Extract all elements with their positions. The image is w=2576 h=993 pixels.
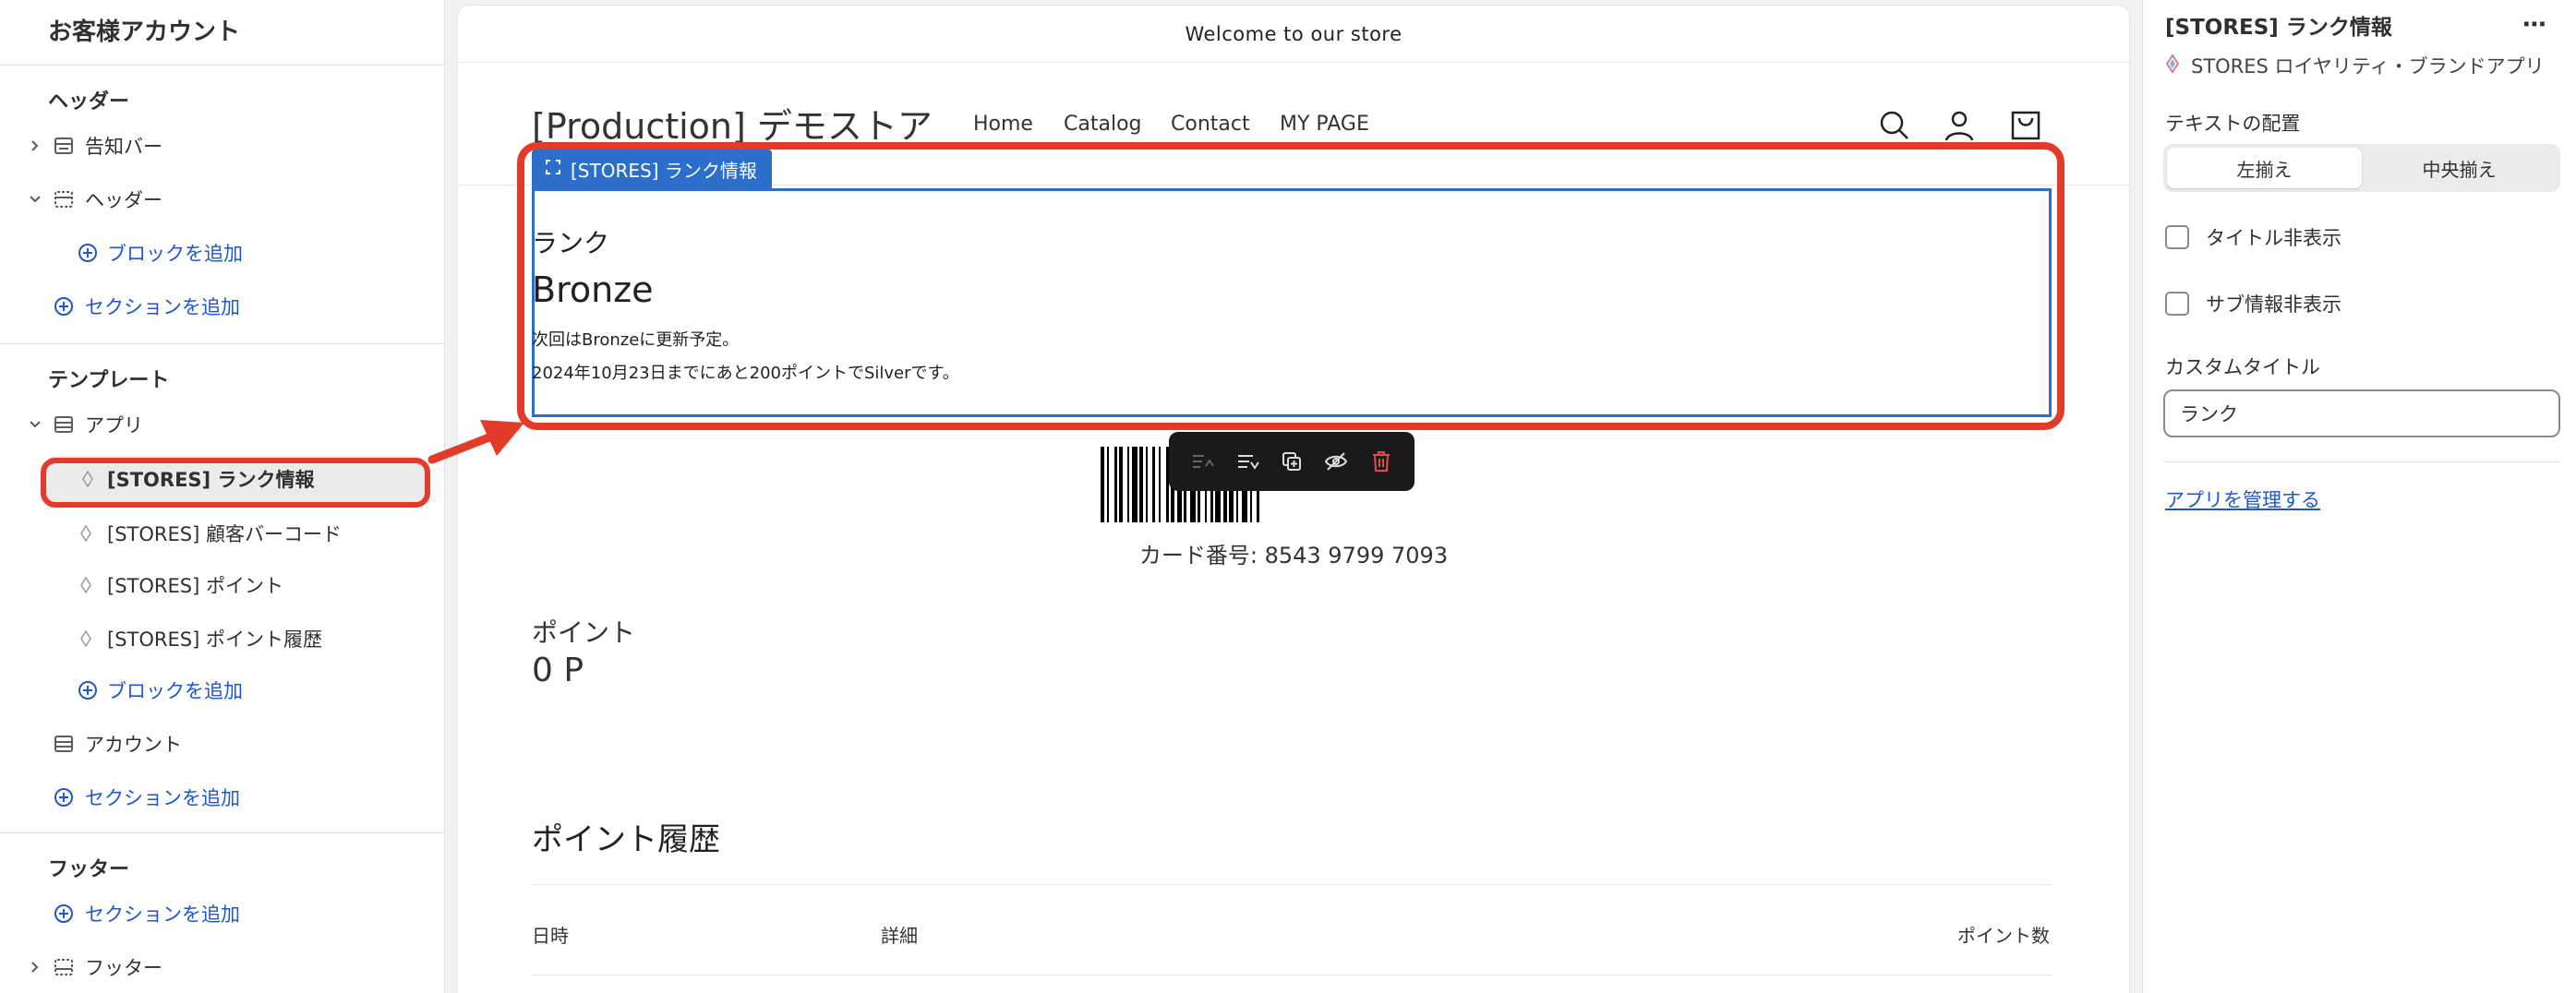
- add-block-button[interactable]: ブロックを追加: [0, 664, 445, 716]
- chevron-right-icon[interactable]: [26, 958, 44, 976]
- section-item-label: 告知バー: [85, 136, 163, 158]
- section-item-footer[interactable]: フッター: [0, 941, 445, 993]
- checkbox[interactable]: [2165, 292, 2189, 316]
- app-block-icon: [76, 627, 96, 651]
- point-history-title: ポイント履歴: [532, 821, 720, 858]
- chevron-down-icon[interactable]: [26, 415, 44, 434]
- announcement-bar[interactable]: Welcome to our store: [458, 6, 2129, 63]
- plus-circle-icon: [76, 241, 100, 265]
- block-settings-panel: [STORES] ランク情報 ⋯ STORES ロイヤリティ・ブランドアプリ テ…: [2142, 0, 2576, 993]
- card-number: カード番号: 8543 9799 7093: [1138, 543, 1449, 568]
- divider: [0, 832, 445, 833]
- align-center-option[interactable]: 中央揃え: [2362, 148, 2557, 188]
- block-item-label: [STORES] ポイント履歴: [107, 628, 322, 651]
- hide-icon[interactable]: [1320, 446, 1352, 477]
- block-item-label: [STORES] ポイント: [107, 575, 283, 597]
- section-icon: [52, 134, 76, 158]
- add-section-button[interactable]: セクションを追加: [0, 281, 445, 332]
- section-item-account[interactable]: アカウント: [0, 718, 445, 770]
- block-item-points[interactable]: [STORES] ポイント: [0, 559, 445, 611]
- group-heading-footer: フッター: [48, 858, 130, 881]
- block-item-customer-barcode[interactable]: [STORES] 顧客バーコード: [0, 508, 445, 559]
- table-divider: [532, 884, 2052, 885]
- app-source[interactable]: STORES ロイヤリティ・ブランドアプリ: [2165, 52, 2545, 79]
- store-brand[interactable]: [Production] デモストア: [532, 98, 933, 149]
- checkbox-label: サブ情報非表示: [2206, 293, 2341, 316]
- section-icon: [52, 187, 76, 211]
- block-item-label: [STORES] 顧客バーコード: [107, 523, 342, 545]
- points-value: 0 P: [532, 652, 584, 689]
- alignment-segmented-control: 左揃え 中央揃え: [2163, 144, 2560, 192]
- manage-app-link[interactable]: アプリを管理する: [2165, 485, 2320, 513]
- page-title: お客様アカウント: [48, 18, 241, 46]
- add-block-label: ブロックを追加: [107, 243, 243, 265]
- checkbox[interactable]: [2165, 225, 2189, 249]
- align-left-option[interactable]: 左揃え: [2167, 148, 2362, 188]
- custom-title-input[interactable]: ランク: [2163, 389, 2560, 437]
- move-up-icon[interactable]: [1186, 446, 1218, 477]
- table-header-detail: 詳細: [881, 925, 918, 947]
- table-header-points: ポイント数: [1957, 925, 2050, 947]
- add-block-button[interactable]: ブロックを追加: [0, 227, 445, 279]
- section-item-label: アカウント: [85, 734, 182, 756]
- nav-link-contact[interactable]: Contact: [1171, 113, 1250, 136]
- block-item-point-history[interactable]: [STORES] ポイント履歴: [0, 613, 445, 664]
- custom-title-label: カスタムタイトル: [2165, 356, 2320, 378]
- store-preview: Welcome to our store [Production] デモストア …: [458, 6, 2129, 993]
- annotation-highlight: [41, 458, 430, 508]
- plus-circle-icon: [52, 785, 76, 809]
- table-header-date: 日時: [532, 925, 569, 947]
- hide-sub-info-checkbox[interactable]: サブ情報非表示: [2165, 290, 2341, 317]
- divider: [0, 65, 445, 66]
- hide-title-checkbox[interactable]: タイトル非表示: [2165, 223, 2341, 251]
- section-item-app[interactable]: アプリ: [0, 399, 445, 450]
- alignment-label: テキストの配置: [2165, 113, 2301, 135]
- add-section-button[interactable]: セクションを追加: [0, 772, 445, 823]
- add-section-label: セクションを追加: [85, 787, 240, 809]
- plus-circle-icon: [76, 678, 100, 702]
- search-icon[interactable]: [1876, 107, 1913, 144]
- app-block-icon: [2165, 53, 2180, 78]
- add-section-button[interactable]: セクションを追加: [0, 888, 445, 939]
- nav-link-home[interactable]: Home: [973, 113, 1033, 136]
- duplicate-icon[interactable]: [1276, 446, 1307, 477]
- cart-icon[interactable]: [2007, 107, 2044, 144]
- app-block-icon: [76, 521, 96, 545]
- section-item-announcement-bar[interactable]: 告知バー: [0, 120, 445, 172]
- divider: [0, 343, 445, 344]
- section-icon: [52, 732, 76, 756]
- plus-circle-icon: [52, 294, 76, 318]
- points-title: ポイント: [532, 617, 636, 648]
- add-block-label: ブロックを追加: [107, 680, 243, 702]
- section-icon: [52, 413, 76, 437]
- section-item-header[interactable]: ヘッダー: [0, 173, 445, 225]
- section-tree-panel: お客様アカウント ヘッダー 告知バー ヘッダー ブロックを追加 セクションを追加: [0, 0, 445, 993]
- block-toolbar: [1169, 432, 1414, 491]
- more-options-icon[interactable]: ⋯: [2522, 11, 2548, 39]
- checkbox-label: タイトル非表示: [2206, 227, 2341, 249]
- section-icon: [52, 955, 76, 979]
- delete-icon[interactable]: [1366, 446, 1397, 477]
- chevron-right-icon[interactable]: [26, 137, 44, 155]
- section-item-label: フッター: [85, 957, 163, 979]
- nav-link-catalog[interactable]: Catalog: [1064, 113, 1142, 136]
- group-heading-header: ヘッダー: [48, 90, 130, 114]
- group-heading-template: テンプレート: [48, 369, 170, 392]
- account-icon[interactable]: [1941, 107, 1978, 144]
- move-down-icon[interactable]: [1232, 446, 1263, 477]
- app-block-icon: [76, 573, 96, 597]
- add-section-label: セクションを追加: [85, 296, 240, 318]
- add-section-label: セクションを追加: [85, 903, 240, 926]
- nav-link-my-page[interactable]: MY PAGE: [1280, 113, 1369, 136]
- app-name: STORES ロイヤリティ・ブランドアプリ: [2191, 55, 2545, 78]
- chevron-down-icon[interactable]: [26, 190, 44, 209]
- plus-circle-icon: [52, 902, 76, 926]
- settings-title: [STORES] ランク情報: [2165, 16, 2392, 40]
- section-item-label: ヘッダー: [85, 189, 163, 211]
- divider: [2163, 461, 2560, 462]
- section-item-label: アプリ: [85, 414, 143, 437]
- annotation-highlight: [517, 142, 2064, 430]
